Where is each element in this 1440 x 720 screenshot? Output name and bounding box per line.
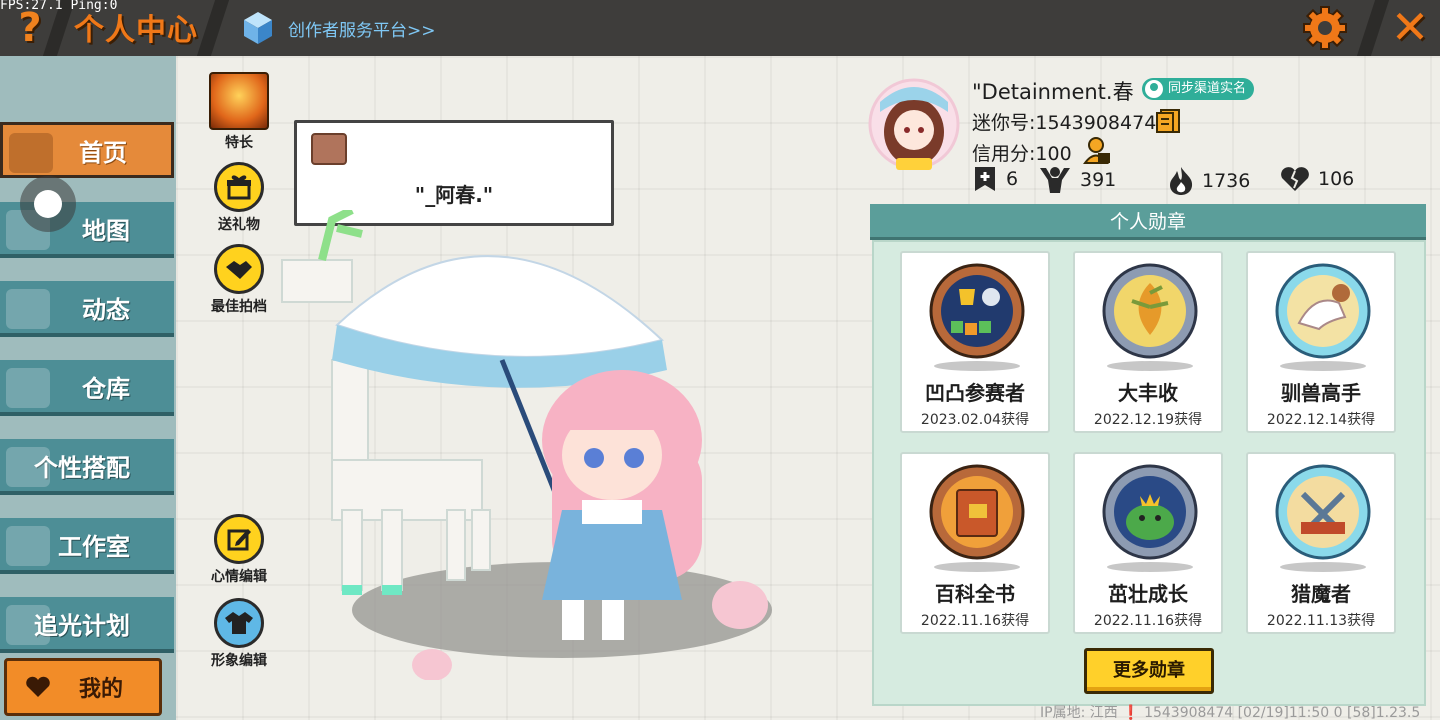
chase-light-icon — [6, 605, 50, 645]
edit-icon — [214, 514, 264, 564]
talent-button[interactable]: 特长 — [204, 72, 274, 152]
sidebar-item-label: 动态 — [82, 295, 130, 324]
top-bar: FPS:27.1 Ping:0 ? 个人中心 创作者服务平台>> ✕ — [0, 0, 1440, 56]
copy-icon[interactable] — [1155, 108, 1181, 134]
medal-date: 2022.12.19获得 — [1093, 412, 1203, 428]
medal-name: 百科全书 — [935, 582, 1015, 606]
heart-icon — [26, 676, 50, 697]
speech-text: "_阿春." — [414, 183, 494, 207]
gear-icon[interactable] — [1300, 4, 1350, 52]
medal-card[interactable]: 凹凸参赛者 2023.02.04获得 — [900, 251, 1050, 433]
mine-tab-label: 我的 — [79, 677, 124, 702]
outfit-icon — [6, 447, 50, 487]
credit-score: 信用分:100 — [972, 143, 1072, 165]
trophy-medal-icon — [929, 263, 1025, 359]
home-icon — [9, 133, 53, 173]
medal-name: 大丰收 — [1118, 381, 1178, 405]
tamer-medal-icon — [1275, 263, 1371, 359]
character-scene — [281, 210, 772, 680]
close-button[interactable]: ✕ — [1386, 2, 1434, 52]
cube-icon[interactable] — [242, 10, 274, 46]
top-divider — [1356, 0, 1390, 56]
medal-shadow — [1280, 361, 1366, 371]
medal-name: 茁壮成长 — [1108, 582, 1188, 606]
stat-likes: 106 — [1280, 166, 1354, 192]
mine-tab-button[interactable]: 我的 — [4, 658, 162, 716]
sidebar-item-feed[interactable]: 动态 — [0, 281, 174, 337]
sidebar-item-outfit[interactable]: 个性搭配 — [0, 439, 174, 495]
medal-date: 2022.11.13获得 — [1266, 613, 1376, 629]
chat-icon — [311, 133, 347, 165]
medal-shadow — [1107, 361, 1193, 371]
stat-followers-value: 391 — [1080, 169, 1117, 191]
outfit-icon — [214, 598, 264, 648]
sync-realname-badge[interactable]: 同步渠道实名 — [1142, 78, 1255, 100]
more-medals-button[interactable]: 更多勋章 — [1084, 648, 1214, 694]
top-divider — [196, 0, 230, 56]
medal-card[interactable]: 茁壮成长 2022.11.16获得 — [1073, 452, 1223, 634]
footer-info: IP属地: 江西 ❗ 1543908474 [02/19]11:50 0 [58… — [1040, 705, 1421, 720]
medal-shadow — [934, 562, 1020, 572]
profile-stats: 6 391 1736 106 — [972, 166, 1372, 196]
demon-hunter-medal-icon — [1275, 464, 1371, 560]
medal-name: 驯兽高手 — [1281, 381, 1361, 405]
gift-icon — [214, 162, 264, 212]
medal-date: 2022.11.16获得 — [1093, 613, 1203, 629]
user-icon — [1145, 80, 1163, 98]
talent-label: 特长 — [225, 135, 253, 151]
medal-shadow — [934, 361, 1020, 371]
medal-shadow — [1107, 562, 1193, 572]
mini-id: 迷你号:1543908474 — [972, 112, 1157, 134]
bookmark-plus-icon — [975, 167, 995, 191]
medal-date: 2022.11.16获得 — [920, 613, 1030, 629]
stat-heat-value: 1736 — [1202, 170, 1251, 192]
medal-shadow — [1280, 562, 1366, 572]
medal-card[interactable]: 驯兽高手 2022.12.14获得 — [1246, 251, 1396, 433]
encyclopedia-medal-icon — [929, 464, 1025, 560]
sidebar-item-chase-light[interactable]: 追光计划 — [0, 597, 174, 653]
talent-icon — [209, 72, 269, 130]
medal-section-header: 个人勋章 — [870, 204, 1426, 240]
sidebar: 首页 地图 动态 仓库 个性搭配 工作室 追光计划 — [0, 56, 176, 720]
credit-info-icon[interactable] — [1082, 136, 1112, 166]
flame-icon — [1170, 167, 1193, 195]
sidebar-item-warehouse[interactable]: 仓库 — [0, 360, 174, 416]
medal-card[interactable]: 百科全书 2022.11.16获得 — [900, 452, 1050, 634]
house-icon — [6, 368, 50, 408]
cheer-icon — [1040, 167, 1070, 193]
stat-badges-value: 6 — [1006, 168, 1019, 190]
sidebar-item-studio[interactable]: 工作室 — [0, 518, 174, 574]
sync-badge-label: 同步渠道实名 — [1168, 81, 1247, 96]
stat-likes-value: 106 — [1318, 168, 1355, 190]
stat-heat: 1736 — [1168, 166, 1250, 196]
sidebar-item-label: 地图 — [82, 216, 130, 245]
medal-card[interactable]: 大丰收 2022.12.19获得 — [1073, 251, 1223, 433]
handshake-icon — [214, 244, 264, 294]
joystick[interactable] — [20, 176, 76, 232]
medal-date: 2023.02.04获得 — [920, 412, 1030, 428]
sidebar-item-label: 首页 — [79, 138, 127, 167]
avatar[interactable] — [866, 72, 962, 172]
stat-badges: 6 — [972, 166, 1018, 192]
nickname: "Detainment.春 — [972, 80, 1134, 104]
harvest-medal-icon — [1102, 263, 1198, 359]
medal-name: 猎魔者 — [1291, 582, 1351, 606]
player-character — [542, 370, 702, 640]
studio-icon — [6, 526, 50, 566]
medal-card[interactable]: 猎魔者 2022.11.13获得 — [1246, 452, 1396, 634]
sidebar-item-label: 仓库 — [82, 374, 130, 403]
sidebar-item-home[interactable]: 首页 — [0, 122, 174, 178]
fps-readout: FPS:27.1 Ping:0 — [0, 0, 118, 13]
growth-medal-icon — [1102, 464, 1198, 560]
broken-heart-icon — [1281, 167, 1309, 191]
medal-name: 凹凸参赛者 — [925, 381, 1025, 405]
creator-platform-link[interactable]: 创作者服务平台>> — [288, 16, 436, 41]
medal-date: 2022.12.14获得 — [1266, 412, 1376, 428]
bell-icon — [6, 289, 50, 329]
sidebar-item-label: 工作室 — [58, 532, 130, 561]
stat-followers: 391 — [1038, 166, 1116, 194]
